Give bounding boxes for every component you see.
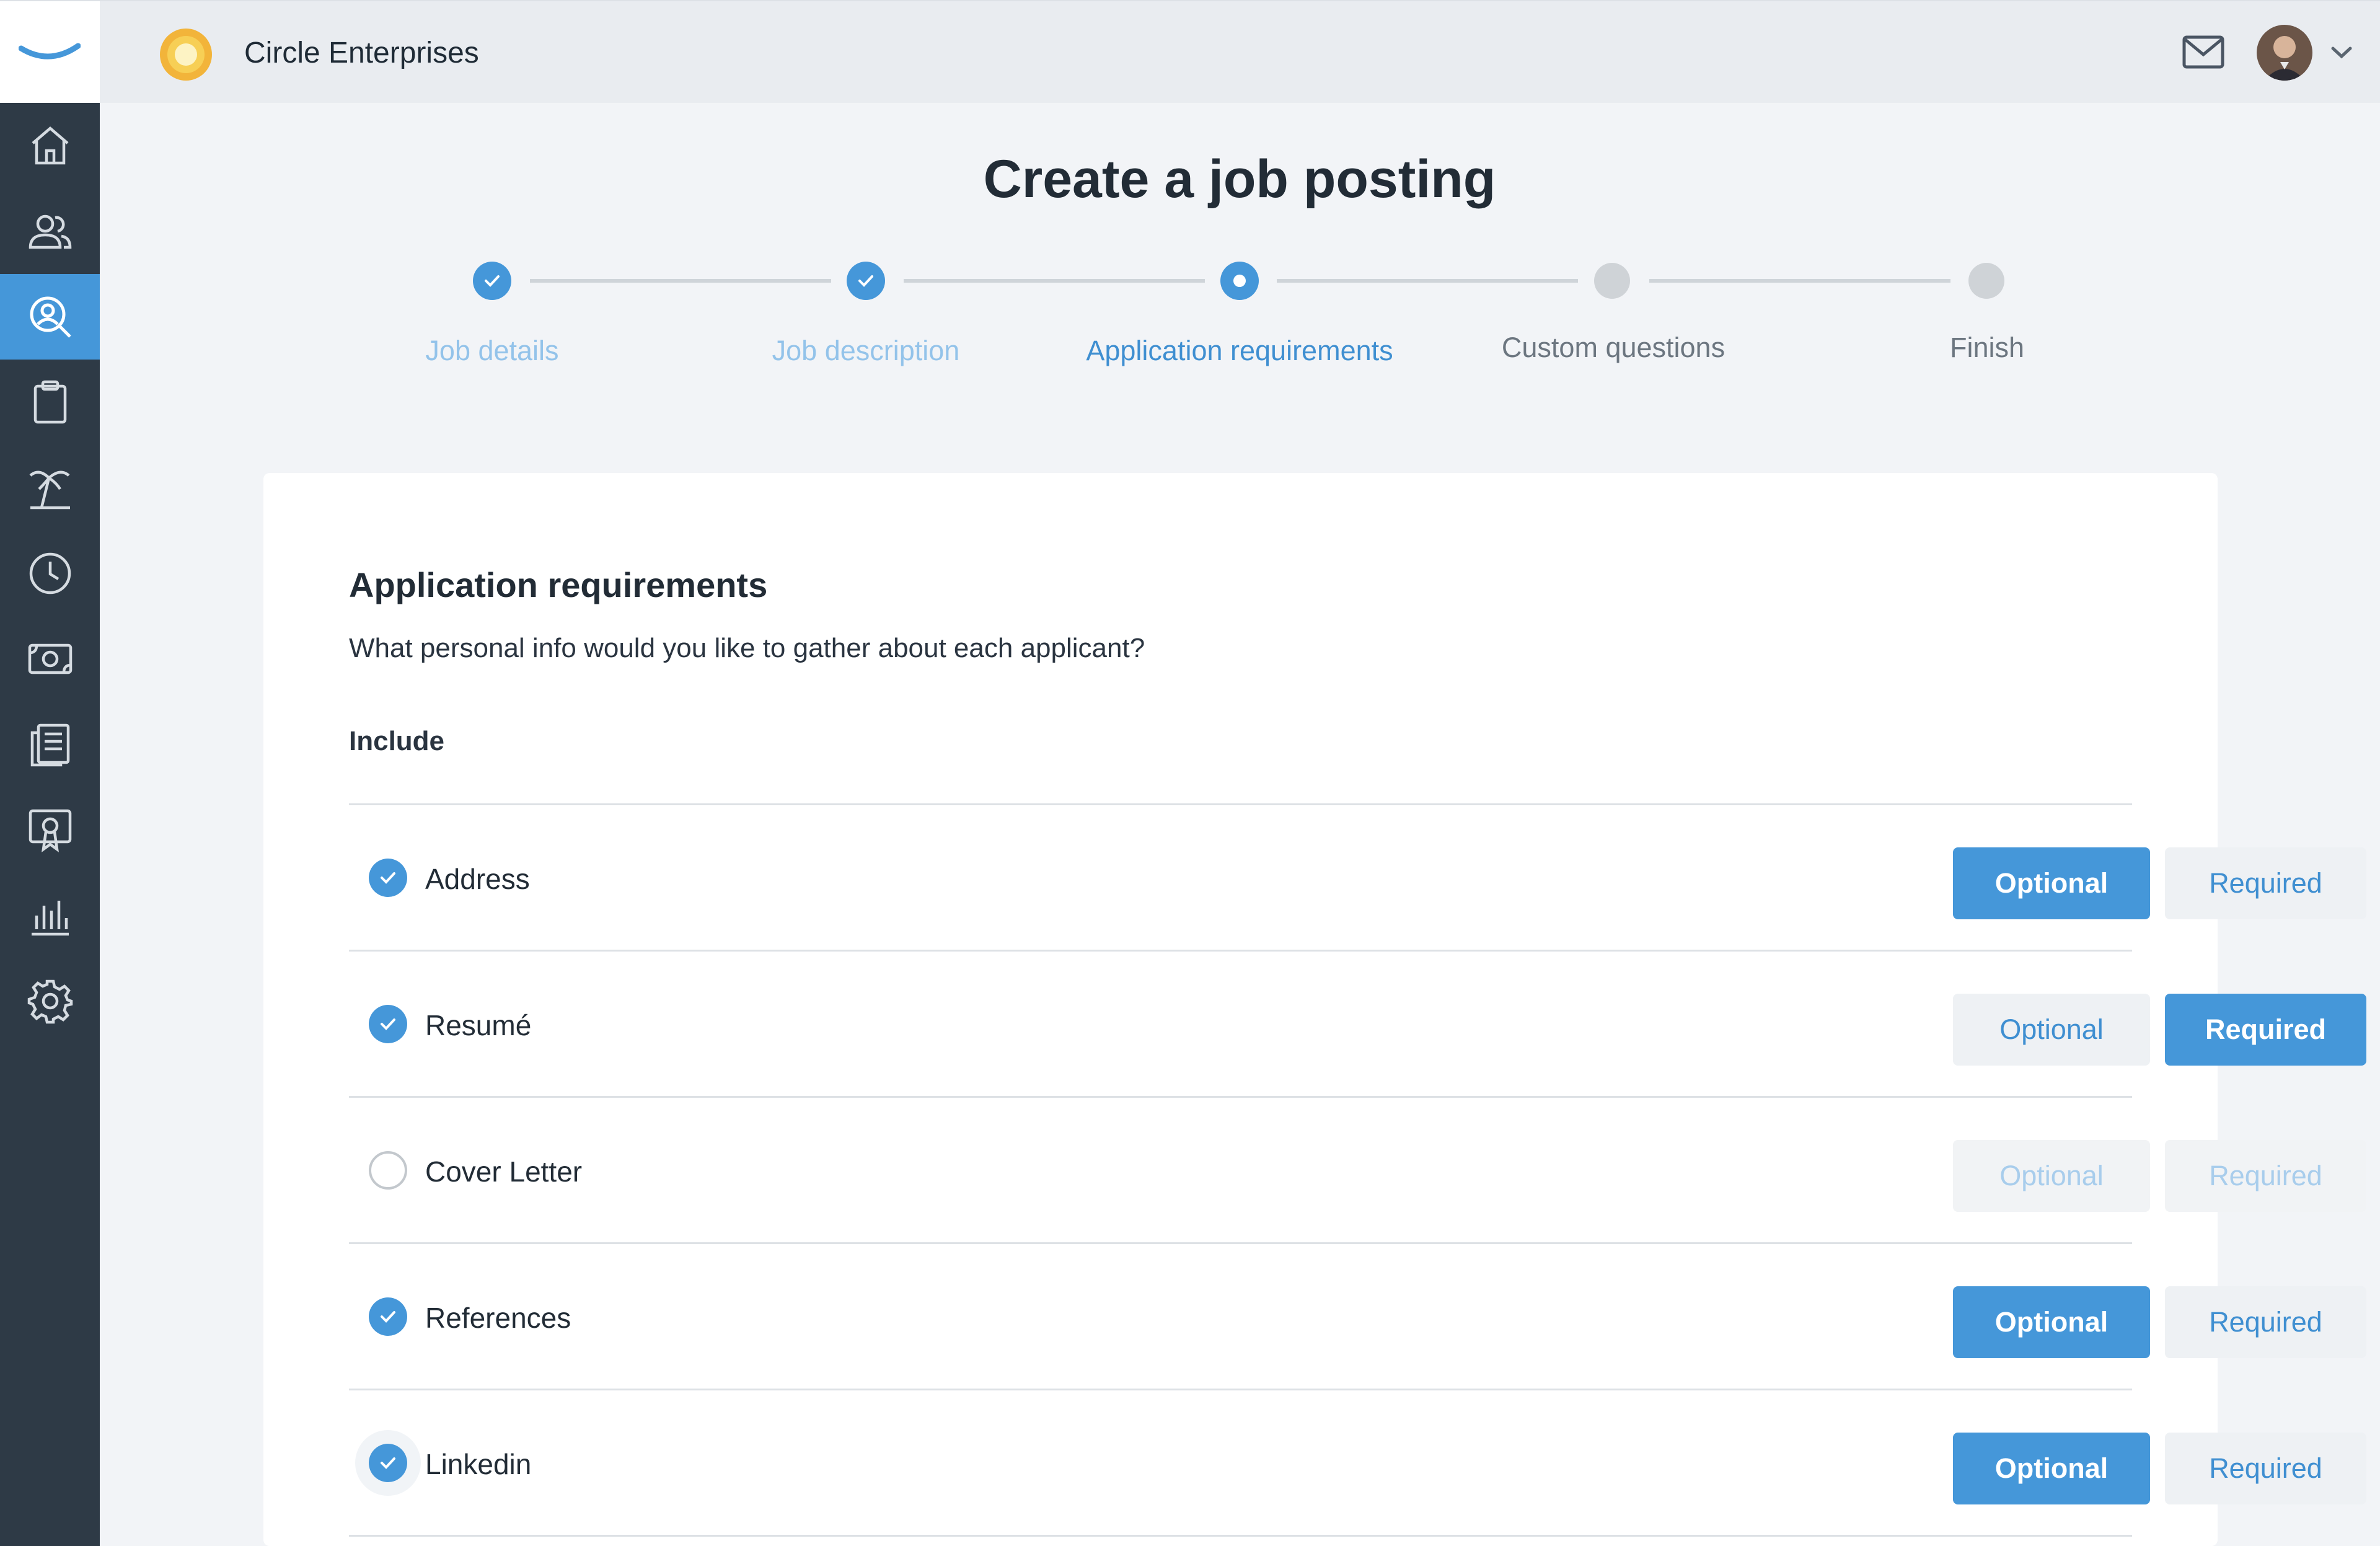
requirement-label: Address <box>425 863 530 895</box>
check-icon <box>381 1018 395 1030</box>
section-description: What personal info would you like to gat… <box>349 633 1145 663</box>
sidebar-item-time-off[interactable] <box>0 445 100 531</box>
step-5-indicator <box>1968 263 2004 299</box>
requirement-label: Linkedin <box>425 1448 532 1480</box>
step-connector <box>904 279 1205 283</box>
requirement-row-linkedin: Linkedin Optional Required <box>349 1390 2366 1535</box>
required-button-cover-letter: Required <box>2165 1140 2366 1212</box>
required-button-address[interactable]: Required <box>2165 847 2366 919</box>
sidebar-item-settings[interactable] <box>0 958 100 1044</box>
required-button-linkedin[interactable]: Required <box>2165 1433 2366 1504</box>
requirement-label: Cover Letter <box>425 1155 583 1188</box>
requirement-row-references: References Optional Required <box>349 1244 2366 1389</box>
requirement-row-address: Address Optional Required <box>349 805 2366 950</box>
clock-icon <box>29 552 71 594</box>
step-2-indicator[interactable] <box>847 262 885 300</box>
step-connector <box>1649 279 1950 283</box>
money-icon <box>28 643 72 674</box>
requirement-label: Resumé <box>425 1009 532 1041</box>
certificate-icon <box>29 809 71 852</box>
requirement-label: References <box>425 1302 571 1334</box>
optional-button-references[interactable]: Optional <box>1953 1286 2150 1358</box>
check-icon <box>381 1457 395 1469</box>
sidebar-item-time[interactable] <box>0 531 100 616</box>
gear-icon <box>27 979 73 1024</box>
step-4-indicator <box>1594 263 1630 299</box>
check-icon <box>858 275 873 287</box>
sidebar-item-payroll[interactable] <box>0 616 100 702</box>
requirements-card: Application requirements What personal i… <box>263 473 2366 1546</box>
include-checkbox-address[interactable] <box>369 859 407 897</box>
required-button-references[interactable]: Required <box>2165 1286 2366 1358</box>
step-1-indicator[interactable] <box>473 262 511 300</box>
step-label-custom-questions: Custom questions <box>1501 332 1726 363</box>
optional-button-cover-letter: Optional <box>1953 1140 2150 1212</box>
step-label-finish: Finish <box>1949 332 2025 363</box>
bar-chart-icon <box>31 901 69 936</box>
check-icon <box>381 1311 395 1323</box>
check-icon <box>381 872 395 884</box>
sidebar-item-documents[interactable] <box>0 702 100 787</box>
check-icon <box>485 275 500 287</box>
sidebar-item-training[interactable] <box>0 787 100 873</box>
step-3-indicator[interactable] <box>1220 262 1259 300</box>
include-checkbox-cover-letter[interactable] <box>369 1151 407 1190</box>
include-checkbox-resume[interactable] <box>369 1005 407 1043</box>
required-button-resume[interactable]: Required <box>2165 994 2366 1066</box>
step-connector <box>530 279 831 283</box>
palm-tree-icon <box>29 470 70 510</box>
include-checkbox-linkedin[interactable] <box>369 1444 407 1482</box>
stepper: Job details Job description Application … <box>0 0 2380 397</box>
section-heading: Application requirements <box>349 565 768 604</box>
step-connector <box>1277 279 1578 283</box>
step-label-application-requirements[interactable]: Application requirements <box>1054 335 1426 367</box>
step-label-job-details[interactable]: Job details <box>306 335 678 367</box>
requirement-row-cover-letter: Cover Letter Optional Required <box>349 1098 2366 1242</box>
include-checkbox-references[interactable] <box>369 1297 407 1336</box>
documents-icon <box>30 723 69 767</box>
step-label-job-description[interactable]: Job description <box>680 335 1052 367</box>
requirement-row-resume: Resumé Optional Required <box>349 952 2366 1096</box>
optional-button-linkedin[interactable]: Optional <box>1953 1433 2150 1504</box>
sidebar-item-reports[interactable] <box>0 873 100 958</box>
include-label: Include <box>349 726 445 756</box>
optional-button-address[interactable]: Optional <box>1953 847 2150 919</box>
optional-button-resume[interactable]: Optional <box>1953 994 2150 1066</box>
divider <box>349 1535 2132 1537</box>
